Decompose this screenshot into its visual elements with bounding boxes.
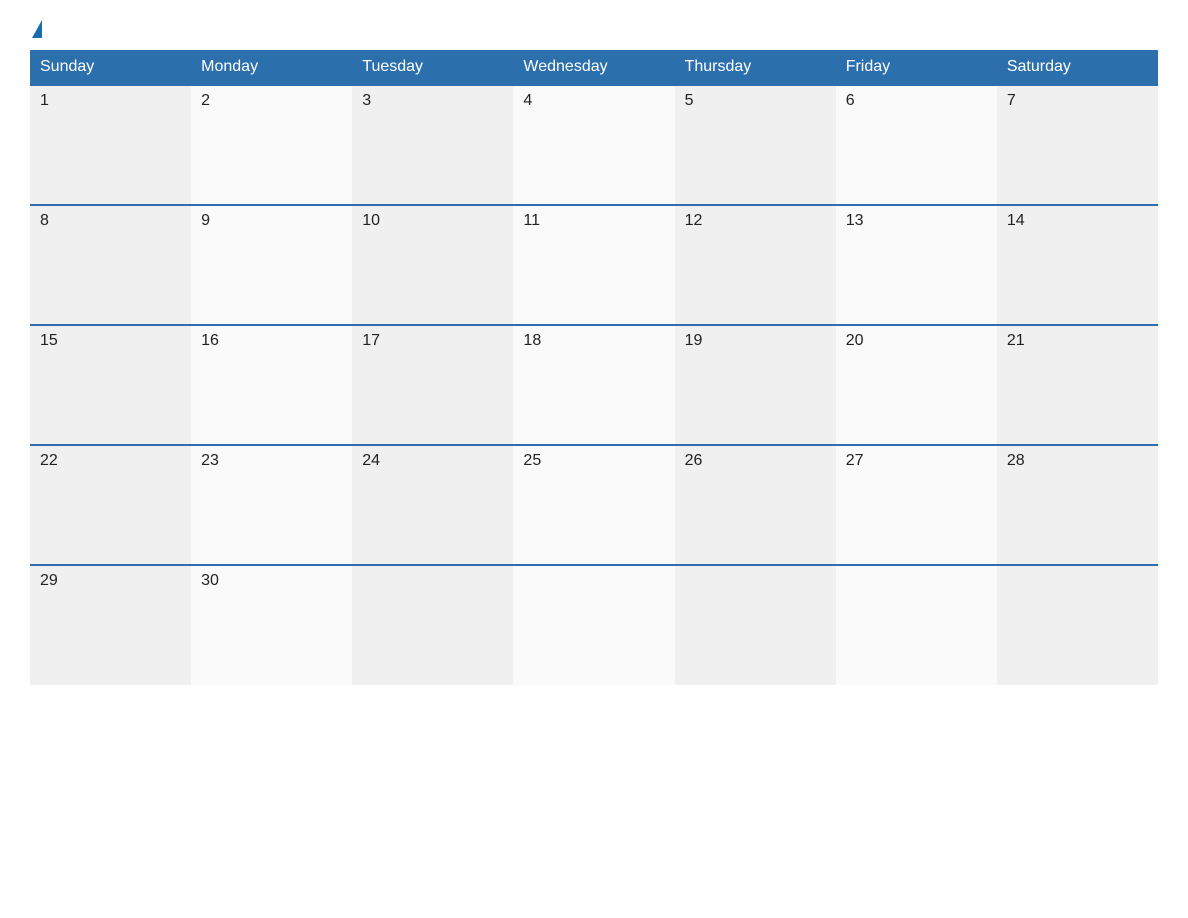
calendar-week-row: 29 30 [30, 565, 1158, 685]
day-number: 21 [1007, 332, 1025, 349]
calendar-day-cell: 3 [352, 85, 513, 205]
calendar-week-row: 22 23 24 25 26 27 28 [30, 445, 1158, 565]
calendar-day-cell: 7 [997, 85, 1158, 205]
day-number: 18 [523, 332, 541, 349]
calendar-day-cell: 27 [836, 445, 997, 565]
day-number: 1 [40, 92, 49, 109]
calendar-day-cell [836, 565, 997, 685]
day-number: 14 [1007, 212, 1025, 229]
calendar-day-cell [513, 565, 674, 685]
calendar-day-cell: 26 [675, 445, 836, 565]
calendar-week-row: 15 16 17 18 19 20 21 [30, 325, 1158, 445]
calendar-day-cell: 13 [836, 205, 997, 325]
weekday-header-monday: Monday [191, 50, 352, 85]
calendar-day-cell: 28 [997, 445, 1158, 565]
day-number: 12 [685, 212, 703, 229]
weekday-header-friday: Friday [836, 50, 997, 85]
calendar-day-cell: 1 [30, 85, 191, 205]
day-number: 6 [846, 92, 855, 109]
day-number: 8 [40, 212, 49, 229]
day-number: 17 [362, 332, 380, 349]
calendar-day-cell: 15 [30, 325, 191, 445]
day-number: 16 [201, 332, 219, 349]
calendar-day-cell: 29 [30, 565, 191, 685]
day-number: 26 [685, 452, 703, 469]
weekday-header-tuesday: Tuesday [352, 50, 513, 85]
day-number: 29 [40, 572, 58, 589]
day-number: 22 [40, 452, 58, 469]
calendar-day-cell: 22 [30, 445, 191, 565]
day-number: 27 [846, 452, 864, 469]
day-number: 25 [523, 452, 541, 469]
calendar-day-cell: 24 [352, 445, 513, 565]
weekday-header-thursday: Thursday [675, 50, 836, 85]
calendar-week-row: 1 2 3 4 5 6 7 [30, 85, 1158, 205]
calendar-day-cell: 16 [191, 325, 352, 445]
calendar-day-cell: 4 [513, 85, 674, 205]
calendar-day-cell [675, 565, 836, 685]
weekday-header-row: SundayMondayTuesdayWednesdayThursdayFrid… [30, 50, 1158, 85]
logo-wrapper [30, 20, 42, 38]
page-header [30, 20, 1158, 38]
day-number: 10 [362, 212, 380, 229]
calendar-day-cell: 18 [513, 325, 674, 445]
weekday-header-saturday: Saturday [997, 50, 1158, 85]
calendar-day-cell: 21 [997, 325, 1158, 445]
calendar-day-cell: 23 [191, 445, 352, 565]
calendar-day-cell: 8 [30, 205, 191, 325]
calendar-week-row: 8 9 10 11 12 13 14 [30, 205, 1158, 325]
logo-top-row [30, 20, 42, 38]
calendar-day-cell: 11 [513, 205, 674, 325]
day-number: 11 [523, 212, 540, 229]
day-number: 23 [201, 452, 219, 469]
day-number: 7 [1007, 92, 1016, 109]
calendar-day-cell: 9 [191, 205, 352, 325]
day-number: 28 [1007, 452, 1025, 469]
day-number: 30 [201, 572, 219, 589]
calendar-day-cell: 20 [836, 325, 997, 445]
calendar-day-cell: 19 [675, 325, 836, 445]
day-number: 24 [362, 452, 380, 469]
day-number: 19 [685, 332, 703, 349]
calendar-day-cell: 25 [513, 445, 674, 565]
day-number: 15 [40, 332, 58, 349]
day-number: 2 [201, 92, 210, 109]
calendar-table: SundayMondayTuesdayWednesdayThursdayFrid… [30, 50, 1158, 685]
calendar-day-cell: 2 [191, 85, 352, 205]
day-number: 13 [846, 212, 864, 229]
calendar-day-cell: 12 [675, 205, 836, 325]
weekday-header-wednesday: Wednesday [513, 50, 674, 85]
calendar-day-cell: 17 [352, 325, 513, 445]
calendar-day-cell: 30 [191, 565, 352, 685]
day-number: 3 [362, 92, 371, 109]
day-number: 5 [685, 92, 694, 109]
day-number: 9 [201, 212, 210, 229]
logo [30, 20, 42, 38]
weekday-header-sunday: Sunday [30, 50, 191, 85]
calendar-day-cell: 10 [352, 205, 513, 325]
logo-triangle-icon [32, 20, 42, 38]
calendar-day-cell [997, 565, 1158, 685]
calendar-day-cell: 6 [836, 85, 997, 205]
calendar-day-cell: 5 [675, 85, 836, 205]
day-number: 4 [523, 92, 532, 109]
calendar-day-cell: 14 [997, 205, 1158, 325]
day-number: 20 [846, 332, 864, 349]
calendar-day-cell [352, 565, 513, 685]
